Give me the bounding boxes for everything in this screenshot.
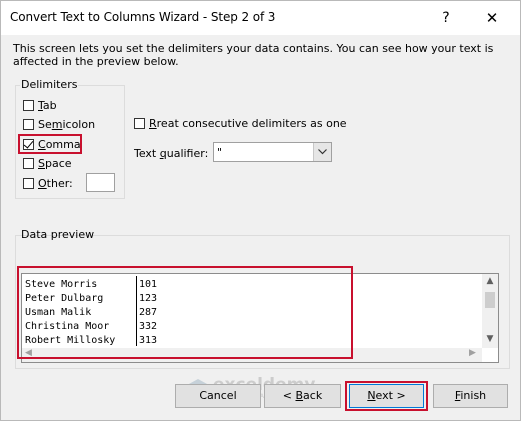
preview-highlight-box — [17, 266, 353, 359]
treat-consecutive-row[interactable]: Rreat consecutive delimiters as one — [134, 115, 347, 131]
space-checkbox-row[interactable]: Space — [23, 155, 72, 171]
other-checkbox[interactable] — [23, 177, 34, 189]
semicolon-checkbox[interactable] — [23, 118, 34, 130]
other-checkbox-row[interactable]: Other: — [23, 175, 73, 191]
finish-button[interactable]: Finish — [433, 384, 508, 408]
delimiters-group-label: Delimiters — [20, 78, 79, 91]
scroll-up-icon[interactable]: ▲ — [482, 276, 498, 286]
tab-checkbox[interactable] — [23, 99, 34, 111]
tab-label: Tab — [38, 98, 57, 112]
dialog-title: Convert Text to Columns Wizard - Step 2 … — [10, 10, 276, 24]
step-description: This screen lets you set the delimiters … — [13, 42, 494, 68]
semicolon-checkbox-row[interactable]: Semicolon — [23, 116, 95, 132]
tab-checkbox-row[interactable]: Tab — [23, 97, 57, 113]
data-preview-label: Data preview — [21, 228, 95, 241]
close-button[interactable]: ✕ — [479, 6, 505, 30]
back-button[interactable]: < Back — [264, 384, 341, 408]
semicolon-label: Semicolon — [38, 117, 96, 131]
scrollbar-thumb[interactable] — [485, 292, 495, 308]
scroll-right-icon[interactable]: ▶ — [469, 348, 476, 358]
next-highlight-box — [345, 381, 428, 411]
scroll-down-icon[interactable]: ▼ — [482, 334, 498, 344]
space-label: Space — [38, 156, 72, 170]
other-delimiter-input[interactable] — [86, 173, 115, 192]
other-label: Other: — [38, 176, 73, 190]
comma-highlight-box — [18, 134, 82, 154]
preview-vertical-scrollbar[interactable]: ▲ ▼ — [482, 274, 498, 348]
space-checkbox[interactable] — [23, 157, 34, 169]
text-qualifier-value: " — [217, 145, 223, 159]
chevron-down-icon[interactable] — [313, 143, 331, 161]
treat-consecutive-checkbox[interactable] — [134, 117, 145, 129]
text-qualifier-label: Text qualifier: — [134, 147, 209, 160]
title-bar: Convert Text to Columns Wizard - Step 2 … — [1, 1, 520, 35]
text-qualifier-select[interactable]: " — [213, 142, 332, 162]
treat-consecutive-label: Rreat consecutive delimiters as one — [149, 116, 347, 130]
text-to-columns-dialog: Convert Text to Columns Wizard - Step 2 … — [0, 0, 521, 421]
cancel-button[interactable]: Cancel — [175, 384, 261, 408]
help-button[interactable]: ? — [433, 6, 459, 30]
